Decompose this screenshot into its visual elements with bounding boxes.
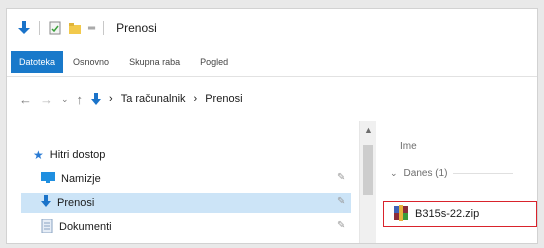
pin-icon[interactable]: ✎ (337, 196, 345, 207)
properties-icon[interactable] (48, 21, 62, 35)
group-divider (453, 173, 514, 174)
recent-locations-chevron-icon[interactable]: ⌄ (61, 94, 69, 105)
file-explorer-window: ═ Prenosi Datoteka Osnovno Skupna raba P… (6, 8, 538, 244)
breadcrumb-this-pc[interactable]: Ta računalnik (121, 93, 186, 105)
nav-item-documents[interactable]: Dokumenti (41, 217, 112, 237)
forward-arrow-icon[interactable]: → (40, 92, 53, 107)
file-name: B315s-22.zip (415, 208, 480, 220)
back-arrow-icon[interactable]: ← (19, 92, 32, 107)
chevron-down-icon: ⌄ (390, 168, 398, 178)
file-item[interactable]: B315s-22.zip (383, 201, 537, 227)
group-header-today[interactable]: ⌄ Danes (1) (390, 168, 514, 179)
up-arrow-icon[interactable]: ↑ (77, 92, 84, 107)
title-separator (103, 21, 105, 35)
star-icon: ★ (33, 148, 44, 162)
nav-item-label: Hitri dostop (49, 149, 106, 161)
customize-toolbar-icon[interactable]: ═ (88, 23, 95, 34)
desktop-icon (41, 172, 55, 186)
address-row: ← → ⌄ ↑ › Ta računalnik › Prenosi (7, 77, 537, 121)
tab-home[interactable]: Osnovno (63, 51, 119, 73)
title-bar: ═ Prenosi (7, 9, 537, 47)
ribbon-tabs: Datoteka Osnovno Skupna raba Pogled (7, 47, 537, 77)
navigation-pane: ★ Hitri dostop Namizje ✎ Prenosi ✎ Dokum… (7, 121, 359, 243)
nav-item-downloads[interactable]: Prenosi (21, 193, 351, 213)
breadcrumb-chevron-icon: › (193, 93, 198, 105)
tab-view[interactable]: Pogled (190, 51, 238, 73)
nav-item-label: Dokumenti (59, 221, 112, 233)
toolbar-separator (39, 21, 40, 35)
pin-icon[interactable]: ✎ (337, 172, 345, 183)
nav-item-label: Prenosi (57, 197, 95, 209)
nav-item-desktop[interactable]: Namizje (41, 169, 101, 189)
tab-file[interactable]: Datoteka (11, 50, 64, 73)
new-folder-icon[interactable] (68, 21, 82, 35)
group-label: Danes (1) (403, 168, 448, 179)
pin-icon[interactable]: ✎ (337, 220, 345, 231)
zip-archive-icon (393, 204, 409, 224)
breadcrumb-chevron-icon: › (109, 93, 113, 105)
navigation-scrollbar[interactable]: ▲ (359, 121, 376, 243)
downloads-icon (41, 195, 51, 211)
scroll-thumb[interactable] (363, 145, 373, 195)
breadcrumb-downloads[interactable]: Prenosi (205, 93, 242, 105)
tab-share[interactable]: Skupna raba (119, 51, 190, 73)
column-header-name[interactable]: Ime (400, 141, 417, 152)
documents-icon (41, 218, 53, 236)
download-arrow-icon[interactable] (17, 21, 31, 35)
content-pane: Ime ⌄ Danes (1) B315s-22.zip (376, 121, 537, 243)
downloads-location-icon (91, 92, 102, 106)
nav-item-quick-access[interactable]: ★ Hitri dostop (33, 145, 105, 165)
window-title: Prenosi (116, 21, 157, 35)
nav-item-label: Namizje (61, 173, 101, 185)
scroll-up-icon[interactable]: ▲ (364, 125, 373, 135)
